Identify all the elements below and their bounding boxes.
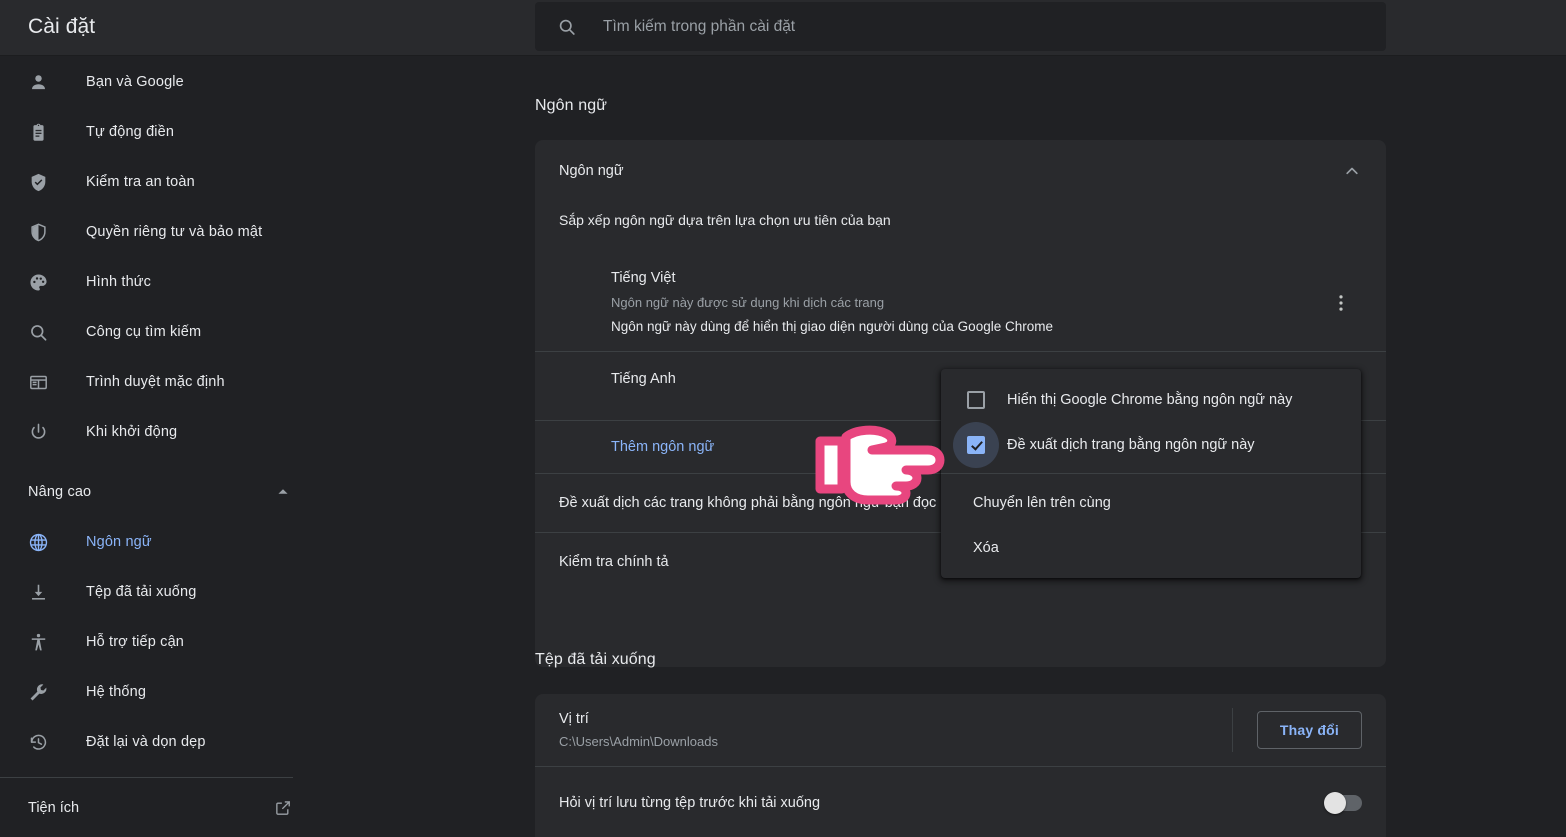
app-header: Cài đặt bbox=[0, 0, 1566, 56]
section-title-languages: Ngôn ngữ bbox=[535, 97, 608, 114]
sidebar-item-label: Trình duyệt mặc định bbox=[86, 374, 225, 390]
sidebar-item-appearance[interactable]: Hình thức bbox=[0, 257, 320, 307]
sidebar-item-label: Tệp đã tải xuống bbox=[86, 584, 197, 600]
search-input[interactable] bbox=[603, 17, 1386, 36]
palette-icon bbox=[30, 273, 47, 291]
sidebar-item-label: Khi khởi động bbox=[86, 424, 178, 440]
sidebar-item-you-and-google[interactable]: Bạn và Google bbox=[0, 57, 320, 107]
menu-item-delete[interactable]: Xóa bbox=[941, 525, 1361, 570]
sidebar-item-label: Quyền riêng tư và bảo mật bbox=[86, 224, 263, 240]
sidebar-item-label: Tiện ích bbox=[28, 800, 80, 816]
sidebar-item-label: Bạn và Google bbox=[86, 74, 184, 90]
sidebar-group-label: Nâng cao bbox=[28, 484, 92, 500]
sidebar-item-label: Hình thức bbox=[86, 274, 152, 290]
menu-item-label: Hiển thị Google Chrome bằng ngôn ngữ này bbox=[1007, 391, 1293, 408]
sidebar-item-privacy-security[interactable]: Quyền riêng tư và bảo mật bbox=[0, 207, 320, 257]
more-vert-icon[interactable] bbox=[1330, 292, 1352, 314]
sidebar-group-advanced[interactable]: Nâng cao bbox=[0, 467, 320, 517]
sidebar-item-label: Hệ thống bbox=[86, 684, 147, 700]
languages-card-header[interactable]: Ngôn ngữ bbox=[535, 140, 1386, 202]
checkbox-wrap bbox=[967, 390, 985, 409]
chevron-up-icon[interactable] bbox=[1342, 161, 1362, 181]
checkbox-wrap bbox=[953, 421, 999, 468]
sidebar-item-downloads[interactable]: Tệp đã tải xuống bbox=[0, 567, 320, 617]
language-row-vietnamese[interactable]: Tiếng Việt Ngôn ngữ này được sử dụng khi… bbox=[535, 254, 1386, 352]
sidebar-item-label: Tự động điền bbox=[86, 124, 175, 140]
chevron-up-icon bbox=[278, 489, 288, 494]
ask-where-to-save-toggle[interactable] bbox=[1324, 792, 1362, 814]
search-bar[interactable] bbox=[535, 2, 1386, 51]
clipboard-icon bbox=[33, 123, 44, 141]
sidebar-item-languages[interactable]: Ngôn ngữ bbox=[0, 517, 320, 567]
language-desc-translate: Ngôn ngữ này được sử dụng khi dịch các t… bbox=[611, 295, 885, 310]
download-location-texts: Vị trí C:\Users\Admin\Downloads bbox=[559, 709, 1232, 752]
wrench-icon bbox=[30, 683, 47, 700]
person-icon bbox=[32, 74, 45, 89]
sidebar-item-system[interactable]: Hệ thống bbox=[0, 667, 320, 717]
language-context-menu: Hiển thị Google Chrome bằng ngôn ngữ này… bbox=[941, 369, 1361, 578]
sidebar-item-label: Ngôn ngữ bbox=[86, 534, 152, 550]
offer-translate-checkbox[interactable] bbox=[967, 435, 985, 454]
power-icon bbox=[31, 423, 46, 439]
search-icon bbox=[559, 19, 575, 35]
download-location-value: C:\Users\Admin\Downloads bbox=[559, 733, 718, 749]
sidebar-item-default-browser[interactable]: Trình duyệt mặc định bbox=[0, 357, 320, 407]
ask-where-to-save-texts: Hỏi vị trí lưu từng tệp trước khi tải xu… bbox=[559, 793, 1326, 813]
settings-window: Cài đặt Bạn và Google Tự động bbox=[0, 0, 1566, 837]
menu-item-label: Đề xuất dịch trang bằng ngôn ngữ này bbox=[1007, 436, 1255, 453]
download-icon bbox=[32, 584, 45, 600]
sidebar-item-accessibility[interactable]: Hỗ trợ tiếp cận bbox=[0, 617, 320, 667]
toggle-knob bbox=[1324, 792, 1346, 814]
sidebar-item-search-engine[interactable]: Công cụ tìm kiếm bbox=[0, 307, 320, 357]
sidebar-item-autofill[interactable]: Tự động điền bbox=[0, 107, 320, 157]
language-desc-ui: Ngôn ngữ này dùng để hiển thị giao diện … bbox=[611, 319, 1053, 334]
globe-icon bbox=[29, 533, 48, 551]
page-title: Cài đặt bbox=[28, 15, 96, 38]
open-in-new-icon bbox=[276, 801, 290, 815]
sidebar-divider bbox=[0, 777, 293, 778]
sidebar-item-label: Đặt lại và dọn dẹp bbox=[86, 734, 206, 750]
sidebar-item-label: Kiểm tra an toàn bbox=[86, 174, 195, 190]
download-location-row: Vị trí C:\Users\Admin\Downloads Thay đổi bbox=[535, 694, 1386, 767]
display-chrome-checkbox[interactable] bbox=[967, 390, 985, 409]
download-location-label: Vị trí bbox=[559, 710, 589, 727]
change-download-location-button[interactable]: Thay đổi bbox=[1256, 711, 1362, 749]
sidebar-item-safety-check[interactable]: Kiểm tra an toàn bbox=[0, 157, 320, 207]
browser-window-icon bbox=[30, 375, 47, 389]
language-row-texts: Tiếng Việt Ngôn ngữ này được sử dụng khi… bbox=[611, 268, 1362, 337]
downloads-card: Vị trí C:\Users\Admin\Downloads Thay đổi… bbox=[535, 694, 1386, 837]
ask-where-to-save-label: Hỏi vị trí lưu từng tệp trước khi tải xu… bbox=[559, 795, 821, 811]
languages-card-header-label: Ngôn ngữ bbox=[559, 163, 624, 179]
menu-item-offer-translate-in-language[interactable]: Đề xuất dịch trang bằng ngôn ngữ này bbox=[941, 421, 1361, 468]
menu-divider bbox=[941, 473, 1361, 474]
sidebar-item-extensions[interactable]: Tiện ích bbox=[0, 783, 320, 833]
shield-check-icon bbox=[31, 173, 46, 191]
sidebar: Bạn và Google Tự động điền Kiểm tra an t… bbox=[0, 57, 320, 837]
shield-half-icon bbox=[31, 222, 46, 241]
sidebar-item-on-startup[interactable]: Khi khởi động bbox=[0, 407, 320, 457]
ask-where-to-save-row: Hỏi vị trí lưu từng tệp trước khi tải xu… bbox=[535, 767, 1386, 837]
sidebar-item-label: Hỗ trợ tiếp cận bbox=[86, 634, 184, 650]
history-icon bbox=[30, 734, 47, 750]
section-title-downloads: Tệp đã tải xuống bbox=[535, 651, 656, 668]
accessibility-icon bbox=[31, 633, 46, 650]
language-name: Tiếng Việt bbox=[611, 270, 676, 286]
vertical-divider bbox=[1231, 708, 1233, 752]
search-icon bbox=[31, 324, 47, 341]
sidebar-item-label: Công cụ tìm kiếm bbox=[86, 324, 202, 340]
menu-item-display-chrome-in-language[interactable]: Hiển thị Google Chrome bằng ngôn ngữ này bbox=[941, 377, 1361, 422]
language-order-note: Sắp xếp ngôn ngữ dựa trên lựa chọn ưu ti… bbox=[559, 212, 891, 228]
sidebar-item-reset-cleanup[interactable]: Đặt lại và dọn dẹp bbox=[0, 717, 320, 767]
menu-item-move-to-top[interactable]: Chuyển lên trên cùng bbox=[941, 480, 1361, 525]
